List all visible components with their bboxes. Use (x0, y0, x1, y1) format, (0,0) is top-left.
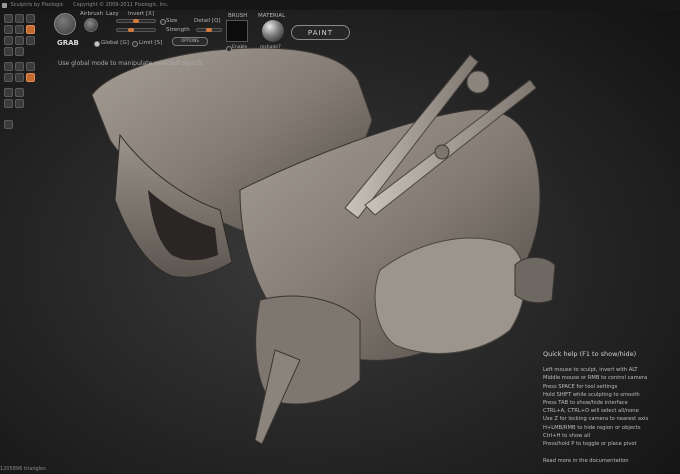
new-sphere-icon[interactable] (4, 99, 13, 108)
airbrush-icon[interactable] (84, 18, 98, 32)
grab-tool-icon[interactable] (26, 25, 35, 34)
paint-button[interactable]: PAINT (291, 25, 350, 40)
global-label[interactable]: Global [G] (101, 40, 129, 46)
quick-help-line: Press SPACE for tool settings (543, 383, 618, 390)
grab-global-icon[interactable] (26, 73, 35, 82)
size-slider[interactable] (116, 19, 156, 23)
quick-help-line: CTRL+A, CTRL+D will select all/none (543, 408, 639, 415)
draw-tool-icon[interactable] (4, 14, 13, 23)
new-plane-icon[interactable] (15, 99, 24, 108)
sensor-ball (434, 144, 450, 160)
settings-icon[interactable] (4, 120, 13, 129)
strength-slider[interactable] (116, 28, 156, 32)
quick-help-line: H+LMB/RMB to hide region or objects (543, 424, 641, 431)
symmetry-icon[interactable] (4, 62, 13, 71)
mask-tool-icon[interactable] (15, 47, 24, 56)
size-slider-knob[interactable] (133, 19, 139, 23)
tool-name: GRAB (57, 39, 79, 47)
quick-help-line: Press/hold P to toggle or place pivot (543, 441, 637, 448)
size-label: Size (166, 18, 178, 24)
options-button[interactable]: OPTIONS (172, 37, 208, 46)
material-preview[interactable] (262, 20, 284, 42)
strength-slider-knob[interactable] (128, 28, 134, 32)
context-hint: Use global mode to manipulate selected o… (58, 60, 203, 67)
app-title: Sculptris by Pixologic (10, 2, 64, 8)
limit-label[interactable]: Limit [S] (139, 40, 162, 46)
brush-swatch[interactable] (226, 20, 248, 42)
brush-header: BRUSH (228, 13, 248, 19)
lazy-label[interactable]: Lazy (106, 11, 119, 17)
quick-help-line: Left mouse to sculpt, invert with ALT (543, 367, 638, 374)
quick-help-title: Quick help (F1 to show/hide) (543, 350, 637, 358)
documentation-link[interactable]: Read more in the documentation (543, 457, 678, 465)
grab-tool-icon-large (54, 13, 76, 35)
title-bar: Sculptris by Pixologic Copyright © 2009-… (0, 0, 680, 10)
limit-checkbox[interactable] (132, 41, 138, 47)
copyright: Copyright © 2009-2011 Pixologic, Inc. (73, 2, 169, 8)
ear-vent (514, 257, 556, 304)
smooth-tool-icon[interactable] (4, 36, 13, 45)
detail-slider[interactable] (196, 28, 222, 32)
quick-help-line: Press TAB to show/hide interface (543, 400, 628, 407)
pivot-icon[interactable] (26, 62, 35, 71)
flatten-tool-icon[interactable] (15, 14, 24, 23)
crease-tool-icon[interactable] (15, 25, 24, 34)
quick-help-line: Middle mouse or RMB to control camera (543, 375, 648, 382)
inflate-tool-icon[interactable] (26, 14, 35, 23)
antenna-knob (466, 70, 490, 94)
quick-help-panel: Quick help (F1 to show/hide) Left mouse … (543, 350, 678, 465)
invert-label[interactable]: Invert [X] (128, 11, 154, 17)
quick-help-line: Hold SHIFT while sculpting to smooth (543, 391, 640, 398)
reduce-tool-icon[interactable] (4, 47, 13, 56)
detail-slider-knob[interactable] (206, 28, 212, 32)
strength-label: Strength (166, 27, 190, 33)
redo-icon[interactable] (15, 73, 24, 82)
pinch-tool-icon[interactable] (4, 25, 13, 34)
tool-settings-bar: GRAB Airbrush Lazy Invert [X] Size Stren… (48, 10, 358, 55)
rotate-tool-icon[interactable] (15, 36, 24, 45)
material-header: MATERIAL (258, 13, 286, 19)
scale-tool-icon[interactable] (26, 36, 35, 45)
undo-icon[interactable] (4, 73, 13, 82)
brush-enable-label[interactable]: Enable (232, 45, 247, 50)
quick-help-line: Ctrl+H to show all (543, 432, 591, 439)
detail-label: Detail [Q] (194, 18, 221, 24)
material-name: mshade7 (260, 45, 281, 50)
triangle-count: 1205896 triangles (0, 466, 46, 472)
quick-help-line: Use Z for locking camera to nearest axis (543, 416, 649, 423)
airbrush-label[interactable]: Airbrush (80, 11, 103, 17)
app-logo-icon (2, 2, 7, 8)
reduce-selected-icon[interactable] (15, 88, 24, 97)
subdivide-icon[interactable] (4, 88, 13, 97)
wireframe-icon[interactable] (15, 62, 24, 71)
global-checkbox[interactable] (94, 41, 100, 47)
tool-panel (2, 12, 44, 132)
